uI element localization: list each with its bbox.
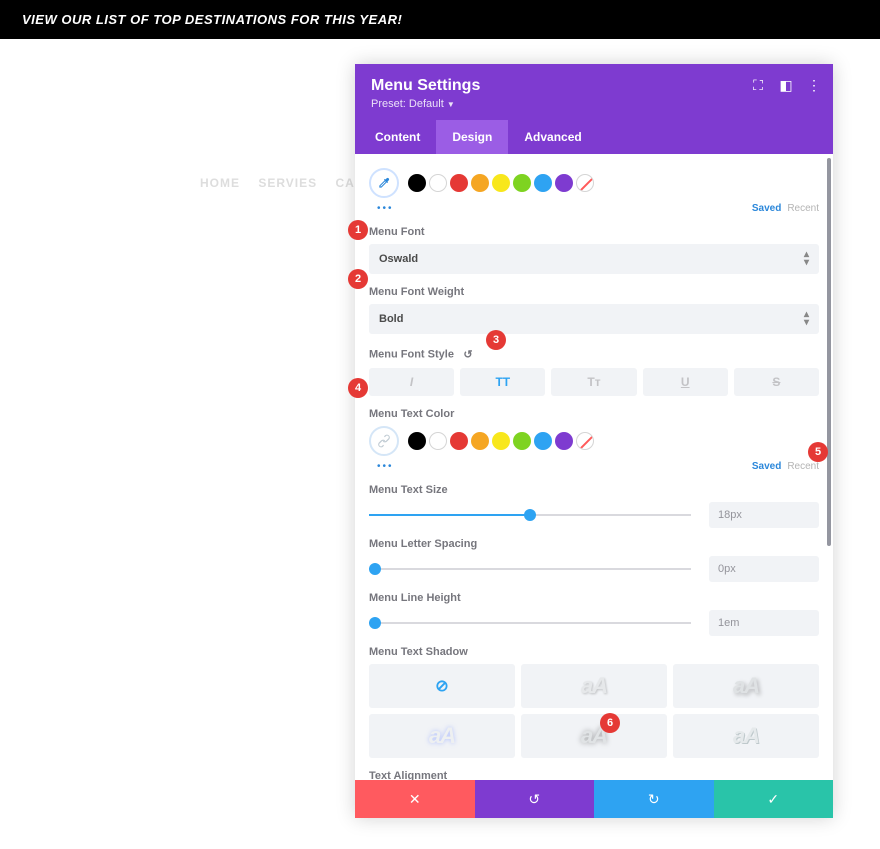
eyedropper-icon — [375, 174, 393, 192]
saved-recent-tabs[interactable]: SavedRecent — [752, 203, 819, 214]
swatch-red[interactable] — [450, 174, 468, 192]
panel-footer: ✕ ↺ ↻ ✓ — [355, 780, 833, 818]
swatch-orange[interactable] — [471, 174, 489, 192]
font-style-buttons: I TT Tᴛ U S — [369, 368, 819, 396]
swatch-none[interactable] — [576, 432, 594, 450]
swatch-purple[interactable] — [555, 174, 573, 192]
swatch-white[interactable] — [429, 432, 447, 450]
shadow-preset-2[interactable]: aA — [673, 664, 819, 708]
check-icon: ✓ — [767, 791, 779, 808]
style-italic-button[interactable]: I — [369, 368, 454, 396]
panel-layout-icon[interactable]: ◧ — [779, 78, 793, 92]
expand-icon[interactable]: ⛶ — [751, 78, 765, 92]
style-underline-button[interactable]: U — [643, 368, 728, 396]
text-size-slider[interactable] — [369, 505, 691, 525]
scrollbar-thumb[interactable] — [827, 158, 831, 546]
label-menu-text-size: Menu Text Size — [369, 484, 819, 496]
swatch-blue[interactable] — [534, 174, 552, 192]
close-button[interactable]: ✕ — [355, 780, 475, 818]
panel-header: Menu Settings Preset: Default ▼ ⛶ ◧ ⋮ — [355, 64, 833, 120]
swatch-black[interactable] — [408, 174, 426, 192]
undo-button[interactable]: ↺ — [475, 780, 595, 818]
label-line-height: Menu Line Height — [369, 592, 819, 604]
color-swatch-row-2 — [369, 426, 819, 456]
letter-spacing-value[interactable]: 0px — [709, 556, 819, 582]
top-banner: VIEW OUR LIST OF TOP DESTINATIONS FOR TH… — [0, 0, 880, 39]
line-height-slider[interactable] — [369, 613, 691, 633]
kebab-menu-icon[interactable]: ⋮ — [807, 78, 821, 92]
more-colors-icon[interactable]: ••• — [377, 203, 394, 214]
tab-bar: Content Design Advanced — [355, 120, 833, 154]
saved-recent-tabs-2[interactable]: SavedRecent — [752, 461, 819, 472]
text-shadow-grid: ⊘ aA aA aA aA aA — [369, 664, 819, 758]
swatch-orange[interactable] — [471, 432, 489, 450]
swatch-yellow[interactable] — [492, 432, 510, 450]
shadow-preset-4[interactable]: aA — [521, 714, 667, 758]
shadow-preset-3[interactable]: aA — [369, 714, 515, 758]
menu-font-weight-select[interactable]: Bold ▴▾ — [369, 304, 819, 334]
tab-advanced[interactable]: Advanced — [508, 120, 597, 154]
settings-panel: Menu Settings Preset: Default ▼ ⛶ ◧ ⋮ Co… — [355, 64, 833, 818]
text-size-value[interactable]: 18px — [709, 502, 819, 528]
reset-icon[interactable]: ↺ — [460, 346, 476, 362]
style-uppercase-button[interactable]: TT — [460, 368, 545, 396]
label-menu-font: Menu Font — [369, 226, 819, 238]
label-menu-font-style: Menu Font Style↺ — [369, 346, 819, 362]
swatch-green[interactable] — [513, 174, 531, 192]
color-link-button[interactable] — [369, 426, 399, 456]
letter-spacing-slider[interactable] — [369, 559, 691, 579]
bg-nav-item: HOME — [200, 176, 240, 190]
caret-icon: ▴▾ — [804, 251, 809, 267]
undo-icon: ↺ — [528, 791, 540, 808]
tab-content[interactable]: Content — [359, 120, 436, 154]
color-swatch-row-1 — [369, 168, 819, 198]
swatch-white[interactable] — [429, 174, 447, 192]
banner-text: VIEW OUR LIST OF TOP DESTINATIONS FOR TH… — [22, 12, 402, 27]
shadow-preset-1[interactable]: aA — [521, 664, 667, 708]
link-icon — [375, 432, 393, 450]
menu-font-select[interactable]: Oswald ▴▾ — [369, 244, 819, 274]
none-icon: ⊘ — [435, 676, 448, 696]
save-button[interactable]: ✓ — [714, 780, 834, 818]
redo-icon: ↻ — [648, 791, 660, 808]
label-text-alignment: Text Alignment — [369, 770, 819, 780]
shadow-none-button[interactable]: ⊘ — [369, 664, 515, 708]
bg-nav-item: SERVIES — [258, 176, 317, 190]
line-height-value[interactable]: 1em — [709, 610, 819, 636]
swatch-yellow[interactable] — [492, 174, 510, 192]
label-text-shadow: Menu Text Shadow — [369, 646, 819, 658]
swatch-red[interactable] — [450, 432, 468, 450]
more-colors-icon[interactable]: ••• — [377, 461, 394, 472]
close-icon: ✕ — [409, 791, 421, 808]
settings-scroll[interactable]: ••• SavedRecent Menu Font Oswald ▴▾ Menu… — [355, 154, 833, 780]
swatch-blue[interactable] — [534, 432, 552, 450]
shadow-preset-5[interactable]: aA — [673, 714, 819, 758]
label-menu-text-color: Menu Text Color — [369, 408, 819, 420]
swatch-green[interactable] — [513, 432, 531, 450]
swatch-black[interactable] — [408, 432, 426, 450]
redo-button[interactable]: ↻ — [594, 780, 714, 818]
tab-design[interactable]: Design — [436, 120, 508, 154]
preset-label[interactable]: Preset: Default ▼ — [371, 98, 817, 110]
style-smallcaps-button[interactable]: Tᴛ — [551, 368, 636, 396]
label-letter-spacing: Menu Letter Spacing — [369, 538, 819, 550]
swatch-none[interactable] — [576, 174, 594, 192]
swatch-purple[interactable] — [555, 432, 573, 450]
style-strike-button[interactable]: S — [734, 368, 819, 396]
caret-icon: ▴▾ — [804, 311, 809, 327]
label-menu-font-weight: Menu Font Weight — [369, 286, 819, 298]
color-eyedropper-button[interactable] — [369, 168, 399, 198]
